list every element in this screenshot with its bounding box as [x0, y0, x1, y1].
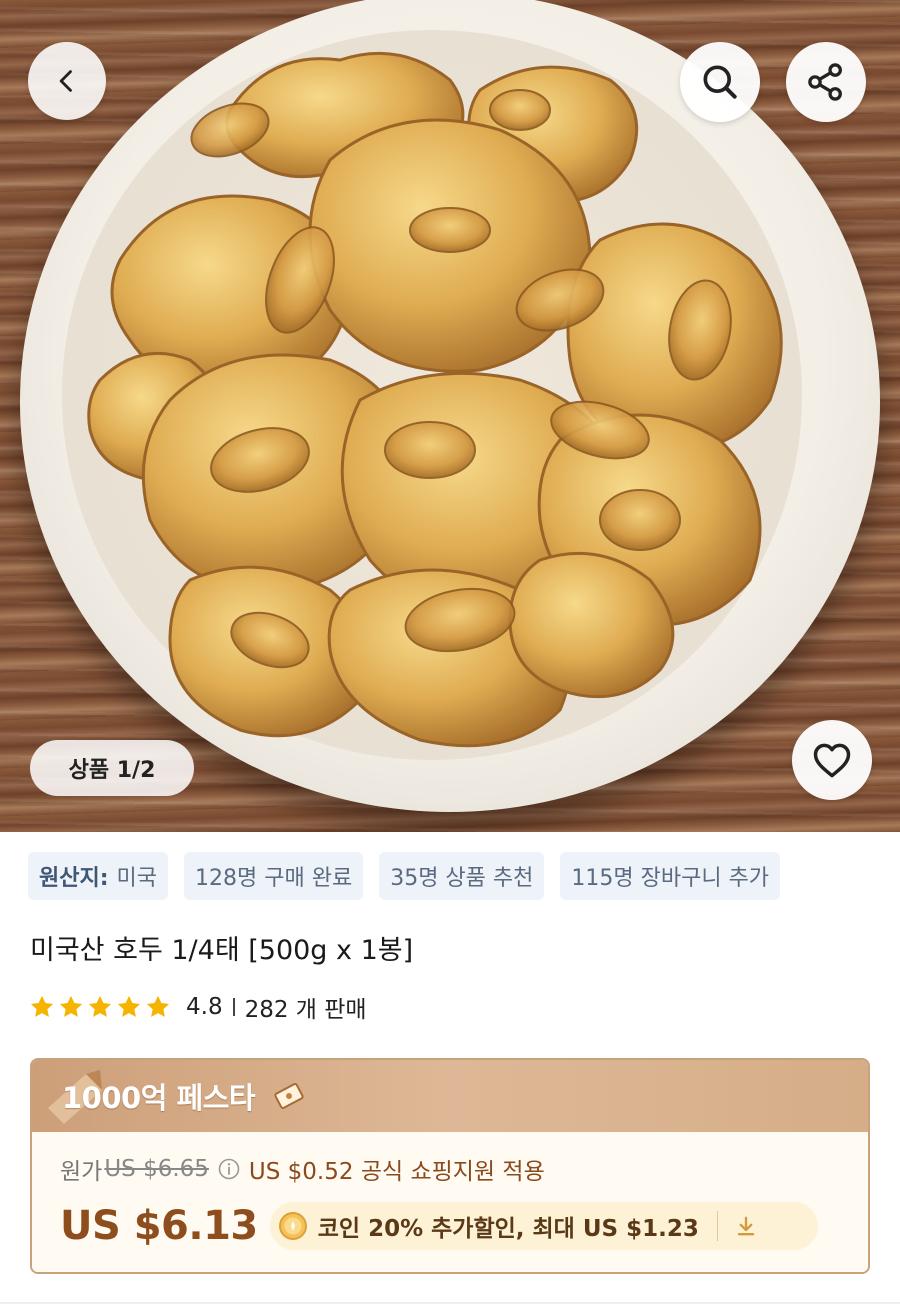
star-icon — [146, 995, 170, 1017]
star-rating — [28, 993, 172, 1021]
final-price: US $6.13 — [60, 1203, 258, 1249]
tag-purchases: 128명 구매 완료 — [184, 852, 364, 900]
rating-value: 4.8 — [186, 994, 223, 1020]
original-price-row: 원가 US $6.65 US $0.52 공식 쇼핑지원 적용 — [60, 1152, 545, 1186]
tag-purchases-value: 128명 구매 완료 — [195, 866, 353, 891]
shopping-support-text: US $0.52 공식 쇼핑지원 적용 — [248, 1159, 545, 1185]
tag-origin-value: 미국 — [116, 866, 158, 891]
star-icon — [59, 995, 83, 1017]
coupon-ticket-icon — [274, 1083, 304, 1109]
sold-count: 282 개 판매 — [244, 997, 367, 1023]
download-icon[interactable] — [732, 1212, 760, 1240]
star-icon — [117, 995, 141, 1017]
coin-discount-button[interactable]: 코인 20% 추가할인, 최대 US $1.23 — [269, 1202, 818, 1250]
image-counter: 상품 1/2 — [30, 740, 194, 796]
tag-recommendations-value: 35명 상품 추천 — [390, 866, 534, 891]
search-button[interactable] — [680, 42, 760, 122]
final-price-row: US $6.13 코인 20% 추가할인, 최대 US $1.23 — [60, 1202, 818, 1250]
wishlist-button[interactable] — [792, 720, 872, 800]
rating-divider — [232, 998, 235, 1016]
star-icon — [88, 995, 112, 1017]
tag-origin: 원산지: 미국 — [28, 852, 169, 900]
walnuts-graphic — [87, 51, 783, 748]
original-price-label: 원가 — [60, 1159, 103, 1185]
tag-cart-adds: 115명 장바구니 추가 — [560, 852, 781, 900]
section-divider — [0, 1302, 900, 1304]
price-card: 1000억 페스타 원가 US $6.65 US $0.52 공식 쇼핑지원 적… — [30, 1058, 870, 1274]
back-button[interactable] — [28, 42, 106, 120]
product-title: 미국산 호두 1/4태 [500g x 1봉] — [30, 935, 414, 966]
price-details: 원가 US $6.65 US $0.52 공식 쇼핑지원 적용 US $6.13… — [32, 1132, 868, 1272]
chevron-left-icon — [59, 70, 72, 92]
coin-discount-text: 코인 20% 추가할인, 최대 US $1.23 — [317, 1216, 699, 1242]
tag-cart-adds-value: 115명 장바구니 추가 — [571, 866, 770, 891]
coin-icon — [278, 1212, 307, 1240]
tag-origin-label: 원산지: — [39, 866, 109, 891]
share-icon — [808, 63, 842, 101]
festival-title: 1000억 페스타 — [62, 1081, 256, 1115]
product-tags: 원산지: 미국 128명 구매 완료 35명 상품 추천 115명 장바구니 추… — [28, 852, 781, 900]
festival-banner[interactable]: 1000억 페스타 — [32, 1060, 868, 1132]
coin-divider — [716, 1211, 718, 1241]
share-button[interactable] — [786, 42, 866, 122]
product-image[interactable]: 상품 1/2 — [0, 0, 900, 832]
heart-outline-icon — [813, 743, 851, 778]
info-icon[interactable] — [217, 1157, 241, 1181]
rating-row[interactable]: 4.8 282 개 판매 — [28, 990, 367, 1024]
original-price: US $6.65 — [104, 1156, 209, 1182]
tag-recommendations: 35명 상품 추천 — [379, 852, 545, 900]
search-icon — [703, 65, 737, 99]
star-icon — [30, 995, 54, 1017]
